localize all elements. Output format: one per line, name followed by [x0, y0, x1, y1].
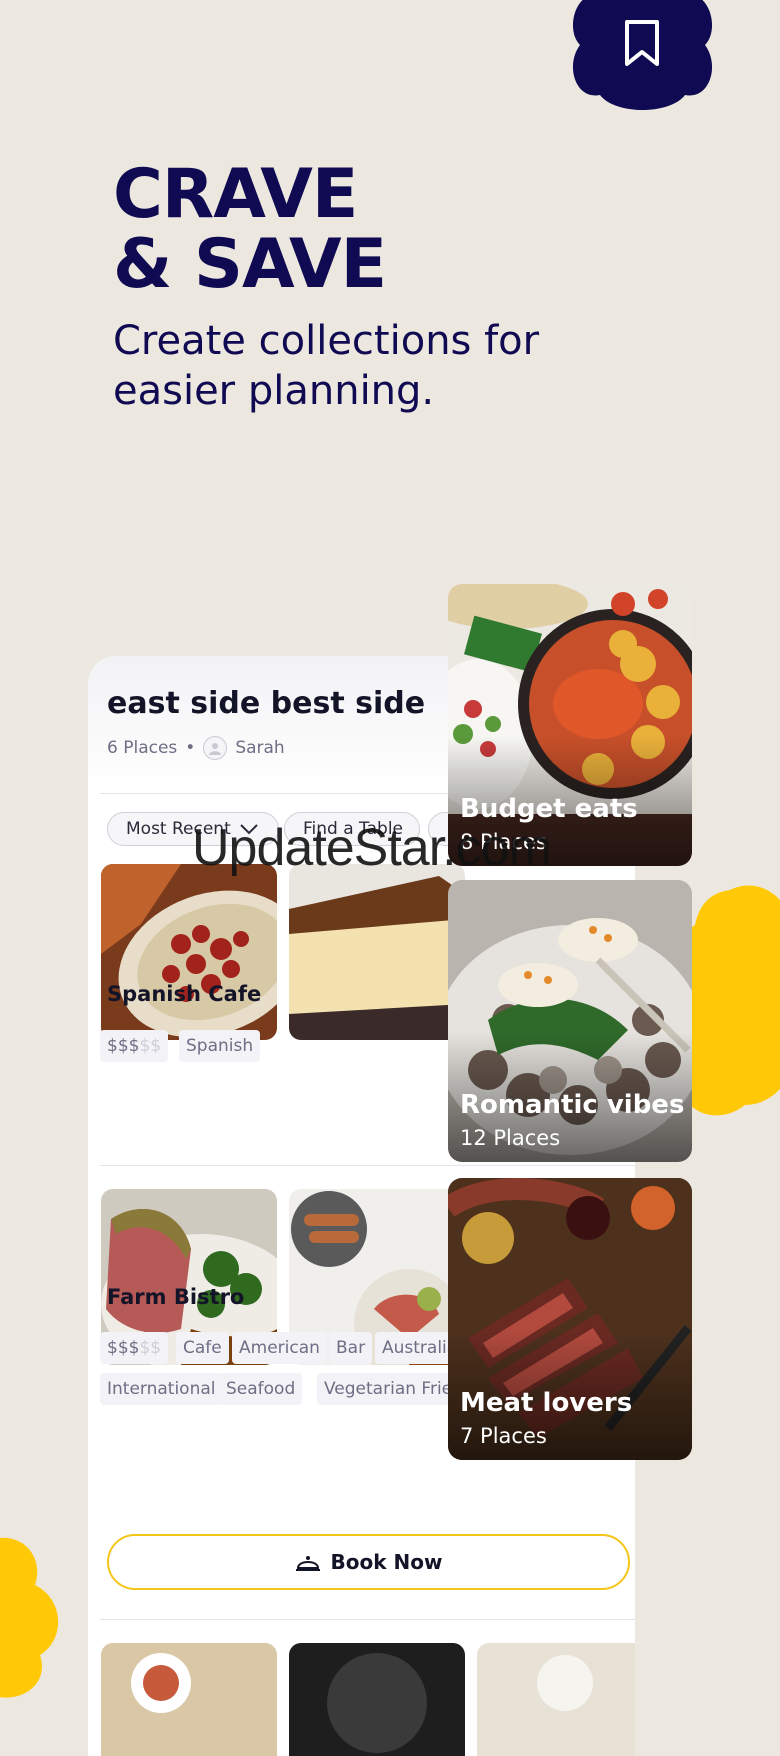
hero-title: CRAVE & SAVE — [113, 155, 387, 304]
hero-title-line-2: & SAVE — [113, 225, 387, 304]
collection-title: east side best side — [107, 686, 426, 721]
tile-count: 7 Places — [460, 1424, 547, 1448]
decorative-yellow-blob-left — [0, 1537, 59, 1698]
book-now-label: Book Now — [330, 1550, 443, 1574]
tile-name: Meat lovers — [460, 1388, 633, 1418]
restaurant-name[interactable]: Farm Bistro — [107, 1285, 244, 1309]
restaurant-name[interactable]: Spanish Cafe — [107, 982, 261, 1006]
price-active: $$$ — [107, 1338, 140, 1358]
cuisine-tag: Bar — [329, 1332, 373, 1364]
tile-name: Romantic vibes — [460, 1090, 685, 1120]
cloche-icon — [295, 1556, 320, 1571]
restaurant-divider — [100, 1619, 635, 1620]
restaurant-photo[interactable] — [477, 1643, 635, 1756]
cuisine-tag: American — [232, 1332, 327, 1364]
tile-count: 12 Places — [460, 1126, 561, 1150]
collection-tile[interactable]: Meat lovers 7 Places — [448, 1178, 692, 1460]
restaurant-divider — [100, 1165, 635, 1166]
hero-title-line-1: CRAVE — [113, 155, 358, 234]
restaurant-photo[interactable] — [101, 1643, 277, 1756]
owner-name: Sarah — [235, 738, 285, 758]
dish-image — [477, 1643, 635, 1756]
dish-image — [289, 1643, 465, 1756]
meta-separator: • — [185, 738, 196, 758]
cheesecake-image — [289, 864, 465, 1040]
book-now-button[interactable]: Book Now — [107, 1534, 630, 1590]
collection-tile[interactable]: Romantic vibes 12 Places — [448, 880, 692, 1162]
dish-image — [101, 1643, 277, 1756]
places-count: 6 Places — [107, 738, 178, 758]
price-tag: $$$ $$ — [100, 1332, 169, 1364]
price-inactive: $$ — [139, 1036, 162, 1056]
watermark-text: UpdateStar.com — [192, 819, 552, 877]
cuisine-tag: International — [100, 1373, 223, 1405]
user-avatar-icon — [203, 736, 228, 760]
cuisine-tag: Spanish — [179, 1030, 261, 1062]
restaurant-photo[interactable] — [289, 1643, 465, 1756]
hero-subtitle: Create collections for easier planning. — [113, 318, 540, 414]
cuisine-tag: Cafe — [176, 1332, 229, 1364]
price-tag: $$$ $$ — [100, 1030, 169, 1062]
bookmark-badge[interactable] — [570, 0, 715, 115]
restaurant-photo[interactable] — [101, 864, 277, 1040]
restaurant-photo[interactable] — [289, 864, 465, 1040]
collection-meta: 6 Places • Sarah — [107, 736, 285, 760]
price-active: $$$ — [107, 1036, 140, 1056]
jamon-plate-image — [101, 864, 277, 1040]
price-inactive: $$ — [139, 1338, 162, 1358]
cuisine-tag: Seafood — [219, 1373, 303, 1405]
